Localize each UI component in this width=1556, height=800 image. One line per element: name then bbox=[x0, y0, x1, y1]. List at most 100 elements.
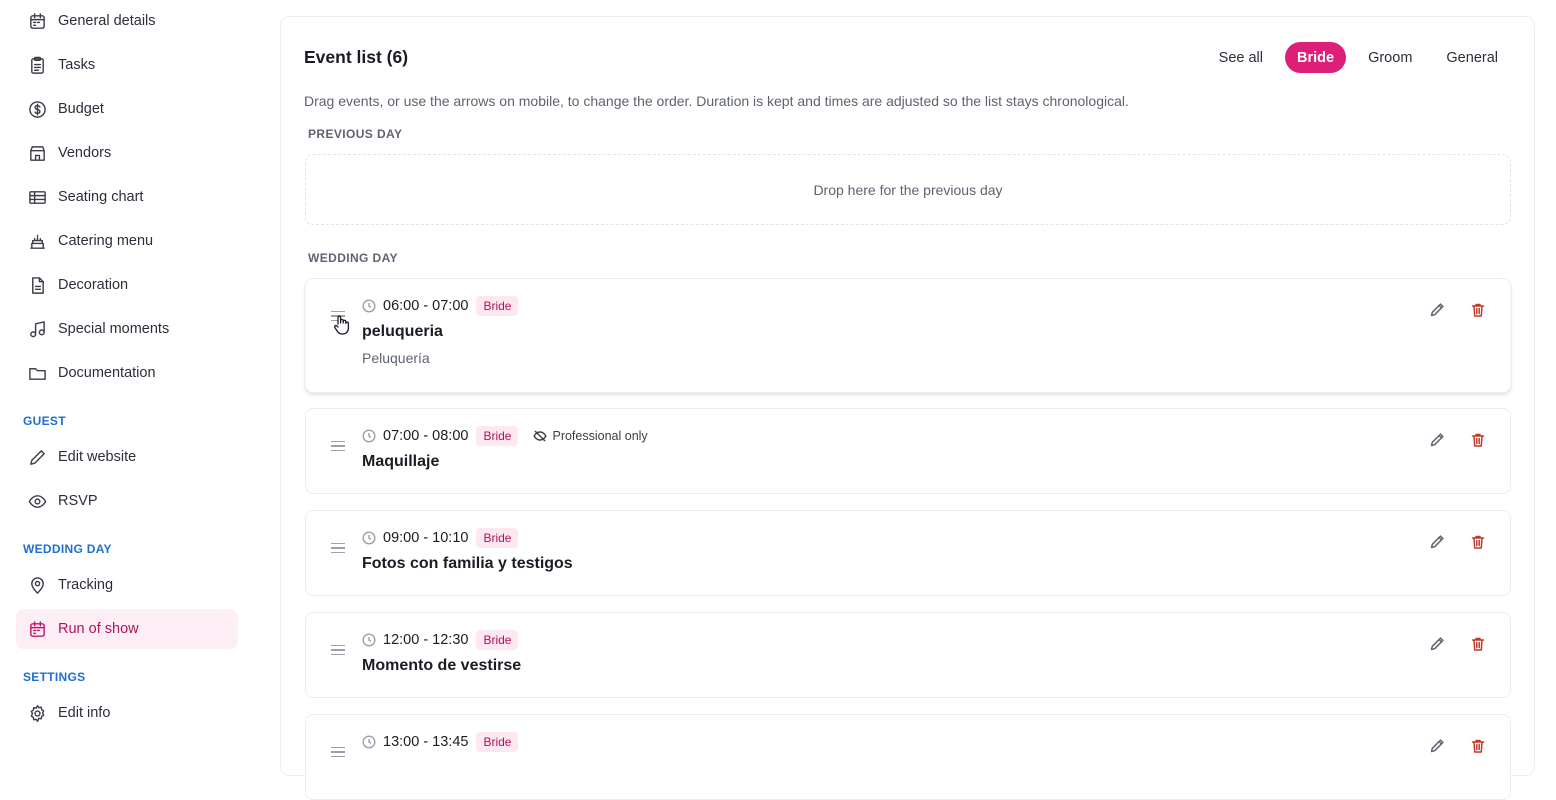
clock-icon bbox=[362, 633, 376, 647]
event-meta: 07:00 - 08:00 Bride Professional only bbox=[362, 426, 648, 446]
sidebar-item-catering-menu[interactable]: Catering menu bbox=[16, 221, 238, 261]
event-meta: 12:00 - 12:30 Bride bbox=[362, 630, 519, 650]
event-card[interactable]: 13:00 - 13:45 Bride bbox=[305, 714, 1511, 800]
sidebar-item-edit-website[interactable]: Edit website bbox=[16, 437, 238, 477]
wedding-day-label: WEDDING DAY bbox=[308, 251, 398, 265]
sidebar-item-run-of-show[interactable]: Run of show bbox=[16, 609, 238, 649]
filter-general[interactable]: General bbox=[1434, 42, 1510, 73]
trash-icon bbox=[1471, 433, 1485, 447]
event-card[interactable]: 12:00 - 12:30 Bride Momento de vestirse bbox=[305, 612, 1511, 698]
pencil-icon bbox=[1430, 433, 1444, 447]
section-label-guest: GUEST bbox=[23, 414, 66, 428]
calendar-icon bbox=[30, 620, 45, 637]
dollar-circle-icon bbox=[29, 100, 46, 118]
event-meta: 13:00 - 13:45 Bride bbox=[362, 732, 519, 752]
eye-icon bbox=[28, 494, 47, 508]
sidebar-item-vendors[interactable]: Vendors bbox=[16, 133, 238, 173]
drag-handle-icon[interactable] bbox=[331, 543, 345, 554]
event-title: peluqueria bbox=[362, 323, 443, 340]
drag-handle-icon[interactable] bbox=[331, 645, 345, 656]
pencil-icon bbox=[1430, 303, 1444, 317]
filter-bride[interactable]: Bride bbox=[1285, 42, 1347, 73]
clock-icon bbox=[362, 299, 376, 313]
filter-groom[interactable]: Groom bbox=[1356, 42, 1424, 73]
delete-button[interactable] bbox=[1470, 738, 1488, 756]
drag-handle-icon[interactable] bbox=[331, 441, 345, 452]
sidebar-item-tracking[interactable]: Tracking bbox=[16, 565, 238, 605]
sidebar-item-label: Catering menu bbox=[58, 233, 154, 249]
event-tag-badge: Bride bbox=[476, 528, 519, 548]
pencil-icon bbox=[1430, 637, 1444, 651]
hand-cursor-icon bbox=[334, 315, 350, 335]
sidebar: General details Tasks Budget Vendors Sea… bbox=[0, 0, 260, 740]
filter-group: See all Bride Groom General bbox=[1207, 42, 1510, 73]
sidebar-item-label: Documentation bbox=[58, 365, 156, 381]
sidebar-item-general-details[interactable]: General details bbox=[16, 1, 238, 41]
event-time: 06:00 - 07:00 bbox=[383, 298, 469, 314]
sidebar-item-special-moments[interactable]: Special moments bbox=[16, 309, 238, 349]
document-icon bbox=[32, 276, 44, 294]
event-list-panel: Event list (6) See all Bride Groom Gener… bbox=[280, 16, 1535, 800]
delete-button[interactable] bbox=[1470, 636, 1488, 654]
trash-icon bbox=[1471, 303, 1485, 317]
delete-button[interactable] bbox=[1470, 302, 1488, 320]
previous-day-dropzone[interactable]: Drop here for the previous day bbox=[305, 154, 1511, 225]
event-time: 09:00 - 10:10 bbox=[383, 530, 469, 546]
sidebar-item-label: Vendors bbox=[58, 145, 112, 161]
sidebar-item-edit-info[interactable]: Edit info bbox=[16, 693, 238, 733]
map-pin-icon bbox=[31, 576, 44, 594]
edit-button[interactable] bbox=[1429, 432, 1447, 450]
sidebar-item-rsvp[interactable]: RSVP bbox=[16, 481, 238, 521]
sidebar-item-seating-chart[interactable]: Seating chart bbox=[16, 177, 238, 217]
trash-icon bbox=[1471, 535, 1485, 549]
section-label-settings: SETTINGS bbox=[23, 670, 86, 684]
cake-icon bbox=[30, 234, 45, 249]
filter-see-all[interactable]: See all bbox=[1207, 42, 1275, 73]
event-tag-badge: Bride bbox=[476, 296, 519, 316]
event-time: 12:00 - 12:30 bbox=[383, 632, 469, 648]
delete-button[interactable] bbox=[1470, 534, 1488, 552]
sidebar-item-documentation[interactable]: Documentation bbox=[16, 353, 238, 393]
event-card[interactable]: 06:00 - 07:00 Bride peluqueria Peluquerí… bbox=[305, 278, 1511, 393]
sidebar-item-label: Edit website bbox=[58, 449, 137, 465]
event-card[interactable]: 07:00 - 08:00 Bride Professional only Ma… bbox=[305, 408, 1511, 494]
sidebar-item-label: Tracking bbox=[58, 577, 114, 593]
sidebar-item-budget[interactable]: Budget bbox=[16, 89, 238, 129]
clipboard-icon bbox=[31, 56, 44, 74]
event-title: Maquillaje bbox=[362, 453, 440, 470]
pencil-icon bbox=[1430, 739, 1444, 753]
visibility-indicator: Professional only bbox=[533, 429, 648, 443]
event-tag-badge: Bride bbox=[476, 630, 519, 650]
event-time: 13:00 - 13:45 bbox=[383, 734, 469, 750]
sidebar-item-decoration[interactable]: Decoration bbox=[16, 265, 238, 305]
sidebar-item-label: Special moments bbox=[58, 321, 170, 337]
previous-day-label: PREVIOUS DAY bbox=[308, 127, 403, 141]
event-title: Fotos con familia y testigos bbox=[362, 555, 573, 572]
helper-text: Drag events, or use the arrows on mobile… bbox=[304, 93, 1129, 109]
dropzone-text: Drop here for the previous day bbox=[813, 181, 1003, 198]
visibility-label: Professional only bbox=[552, 429, 648, 443]
edit-button[interactable] bbox=[1429, 738, 1447, 756]
delete-button[interactable] bbox=[1470, 432, 1488, 450]
eye-off-icon bbox=[533, 430, 548, 442]
calendar-icon bbox=[30, 12, 45, 29]
sidebar-item-label: Decoration bbox=[58, 277, 129, 293]
clock-icon bbox=[362, 735, 376, 749]
drag-handle-icon[interactable] bbox=[331, 747, 345, 758]
edit-button[interactable] bbox=[1429, 636, 1447, 654]
edit-button[interactable] bbox=[1429, 534, 1447, 552]
clock-icon bbox=[362, 429, 376, 443]
event-meta: 09:00 - 10:10 Bride bbox=[362, 528, 519, 548]
page-title: Event list (6) bbox=[304, 47, 409, 67]
sidebar-item-tasks[interactable]: Tasks bbox=[16, 45, 238, 85]
event-tag-badge: Bride bbox=[476, 732, 519, 752]
sidebar-item-label: Budget bbox=[58, 101, 104, 117]
event-card[interactable]: 09:00 - 10:10 Bride Fotos con familia y … bbox=[305, 510, 1511, 596]
clock-icon bbox=[362, 531, 376, 545]
music-note-icon bbox=[30, 320, 45, 337]
edit-button[interactable] bbox=[1429, 302, 1447, 320]
event-subtitle: Peluquería bbox=[362, 350, 430, 366]
section-label-wedding-day: WEDDING DAY bbox=[23, 542, 112, 556]
sidebar-item-label: Run of show bbox=[58, 621, 139, 637]
sidebar-item-label: Tasks bbox=[58, 57, 96, 73]
